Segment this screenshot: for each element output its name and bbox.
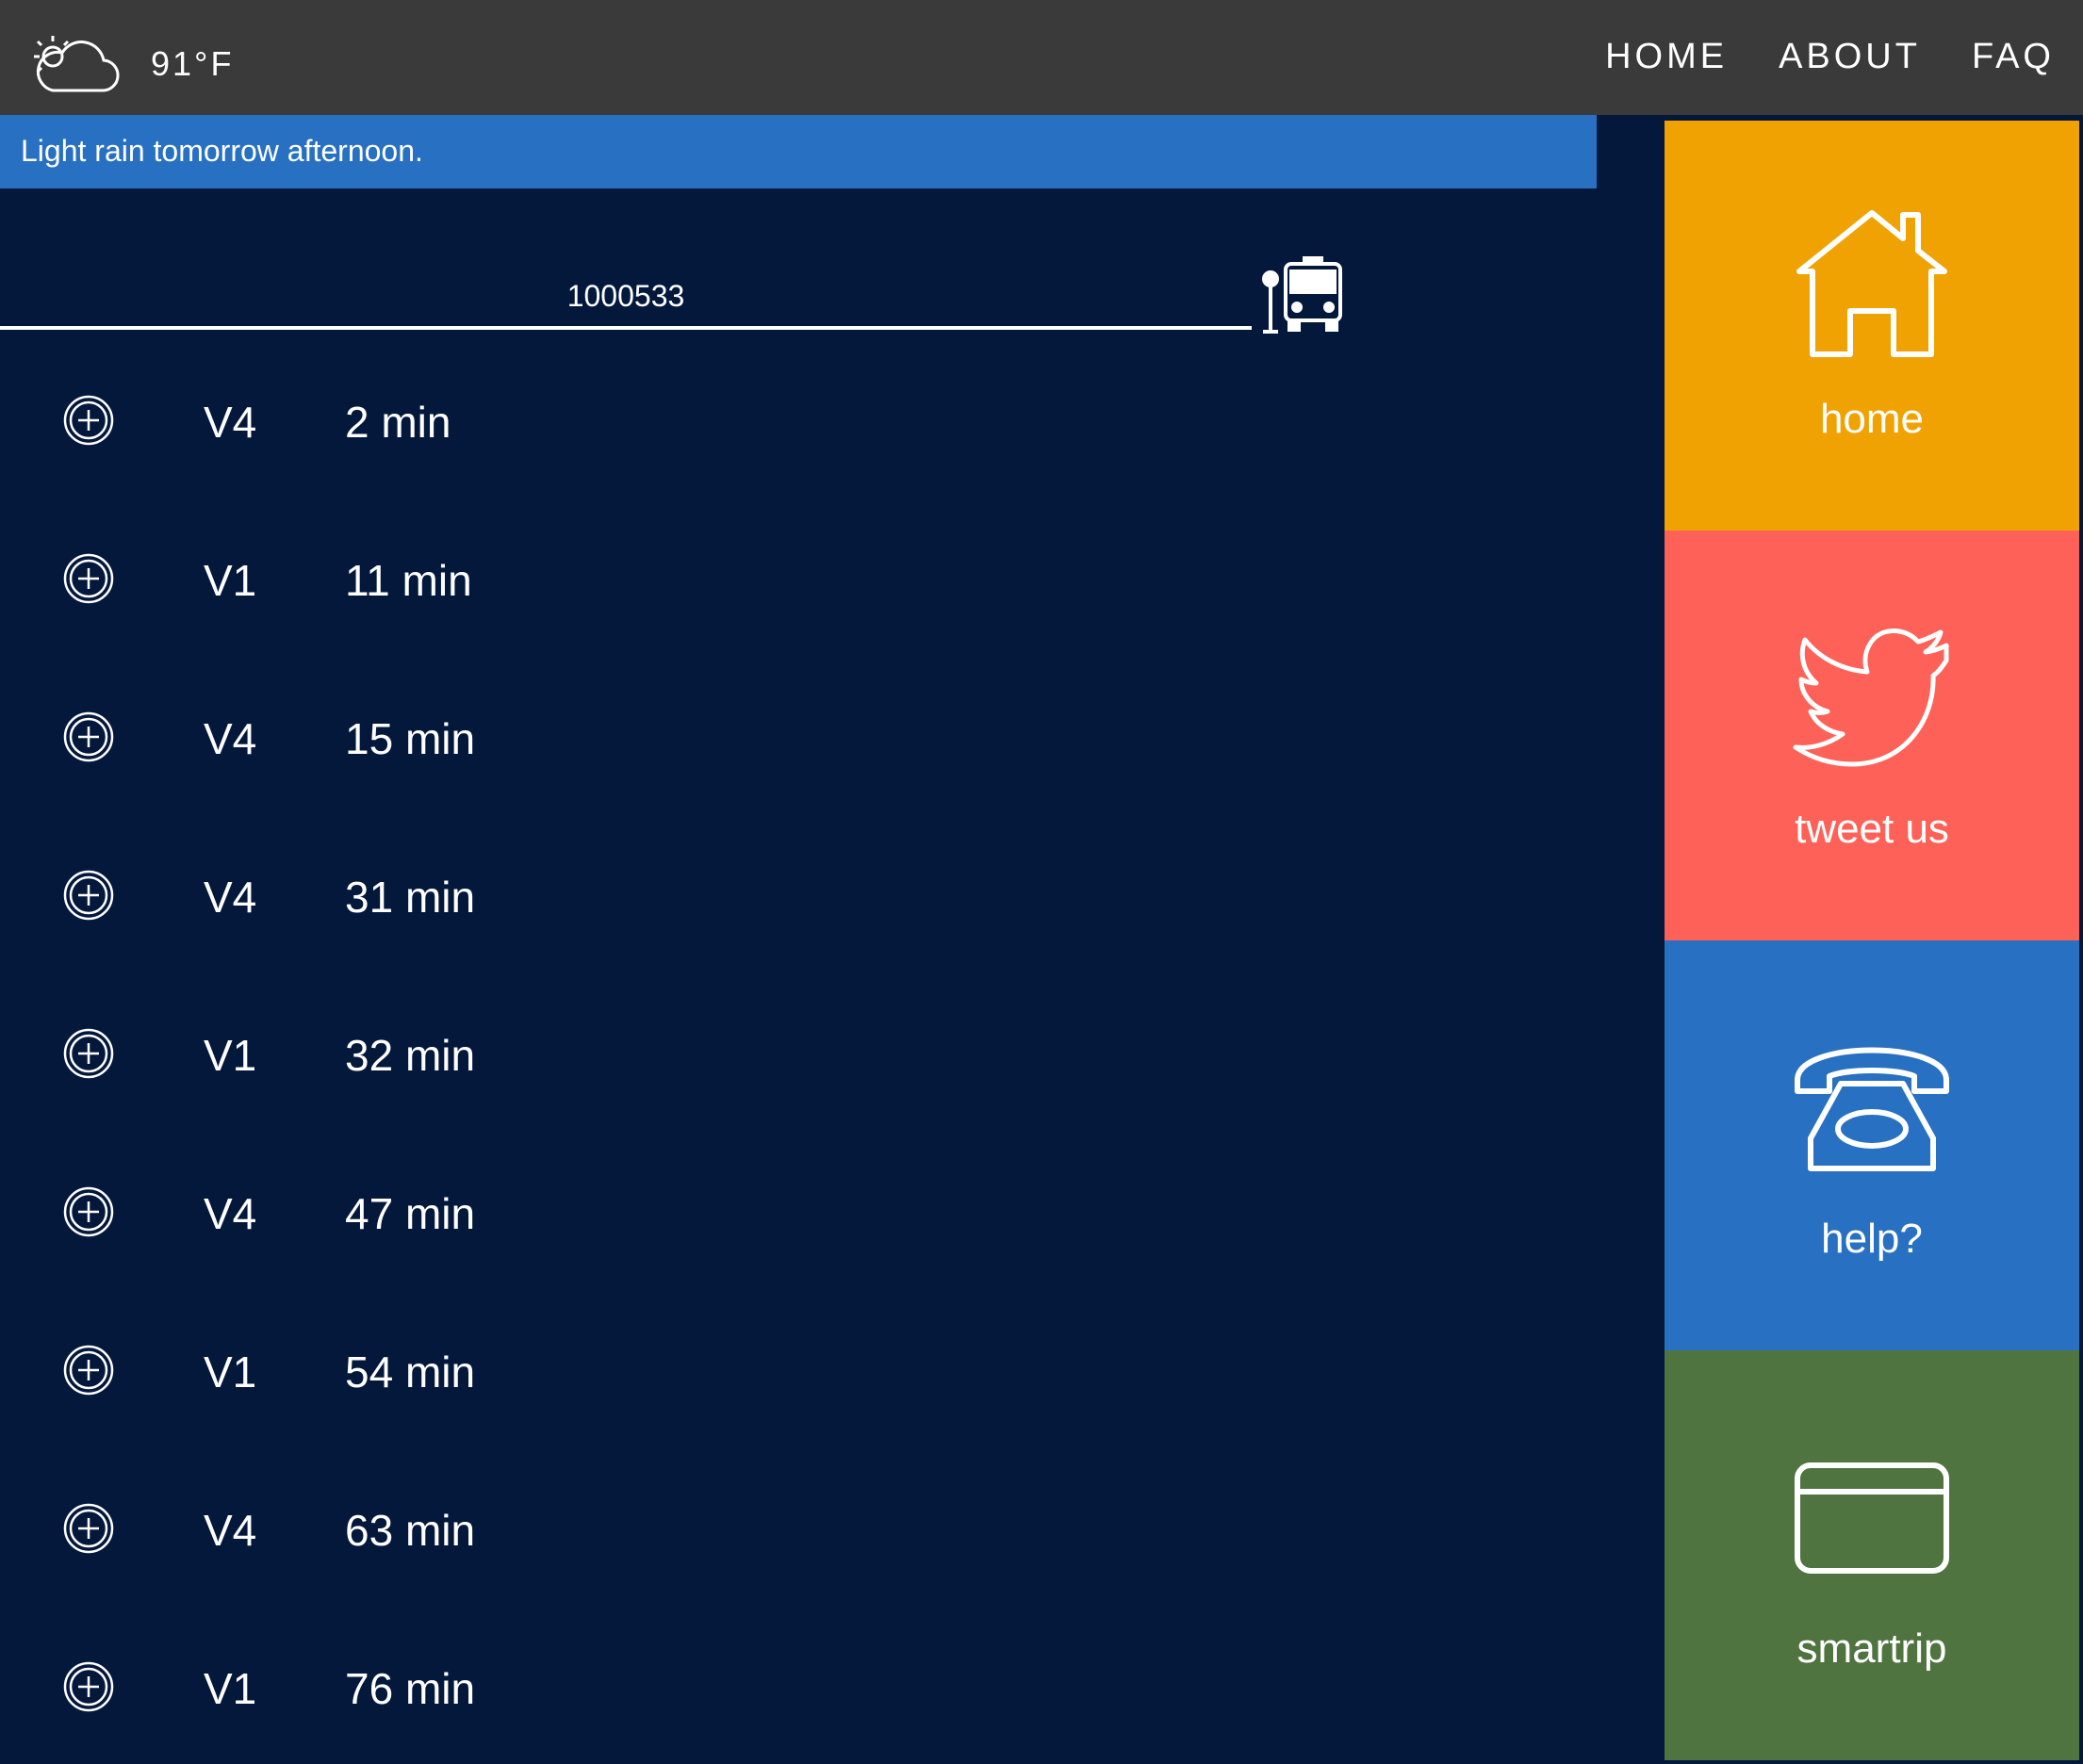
add-circle-icon[interactable] <box>62 1502 115 1555</box>
add-circle-icon[interactable] <box>62 869 115 922</box>
arrival-time: 11 min <box>345 556 472 605</box>
nav-home[interactable]: HOME <box>1605 34 1728 79</box>
arrival-time: 63 min <box>345 1506 476 1555</box>
add-circle-icon[interactable] <box>62 710 115 763</box>
partly-cloudy-sun-icon <box>34 36 120 92</box>
add-circle-icon[interactable] <box>62 1185 115 1238</box>
arrival-time: 15 min <box>345 714 476 763</box>
tile-smartrip[interactable]: smartrip <box>1665 1350 2079 1760</box>
top-bar: 91°F HOME ABOUT FAQ <box>0 0 2083 115</box>
add-circle-icon[interactable] <box>62 394 115 447</box>
route-name: V1 <box>204 1031 257 1080</box>
arrival-time: 31 min <box>345 873 476 922</box>
add-circle-icon[interactable] <box>62 1344 115 1396</box>
add-circle-icon[interactable] <box>62 552 115 605</box>
arrivals-list: V4 2 min V1 11 min V4 15 min V4 31 min V… <box>0 339 1597 1764</box>
route-name: V4 <box>204 1506 257 1555</box>
route-name: V4 <box>204 714 257 763</box>
arrival-row: V4 2 min <box>0 339 1597 498</box>
tile-home[interactable]: home <box>1665 121 2079 531</box>
tile-smartrip-label: smartrip <box>1796 1625 1947 1672</box>
house-icon <box>1796 210 1947 357</box>
twitter-bird-icon <box>1793 629 1949 767</box>
route-name: V4 <box>204 873 257 922</box>
telephone-icon <box>1795 1047 1949 1171</box>
arrival-time: 2 min <box>345 398 451 447</box>
main-nav: HOME ABOUT FAQ <box>1605 34 2055 79</box>
weather-alert-text: Light rain tomorrow afternoon. <box>21 134 423 168</box>
route-name: V4 <box>204 1189 257 1238</box>
tile-home-label: home <box>1819 396 1925 442</box>
add-circle-icon[interactable] <box>62 1027 115 1080</box>
bus-stop-icon[interactable] <box>1259 256 1344 335</box>
arrival-time: 54 min <box>345 1348 476 1396</box>
nav-about[interactable]: ABOUT <box>1779 34 1921 79</box>
route-name: V1 <box>204 556 257 605</box>
arrival-time: 47 min <box>345 1189 476 1238</box>
arrival-row: V1 76 min <box>0 1606 1597 1764</box>
arrival-row: V4 31 min <box>0 814 1597 972</box>
temperature: 91°F <box>151 44 235 83</box>
arrival-row: V1 32 min <box>0 972 1597 1131</box>
side-tiles: home tweet us help? smartrip <box>1665 121 2079 1760</box>
tile-help[interactable]: help? <box>1665 940 2079 1350</box>
tile-tweet-label: tweet us <box>1795 806 1949 852</box>
stop-id-input[interactable] <box>0 266 1252 330</box>
arrival-row: V4 63 min <box>0 1447 1597 1606</box>
card-icon <box>1795 1462 1949 1574</box>
arrival-row: V1 54 min <box>0 1289 1597 1447</box>
arrival-row: V4 47 min <box>0 1131 1597 1289</box>
arrival-row: V4 15 min <box>0 656 1597 814</box>
arrival-time: 32 min <box>345 1031 476 1080</box>
arrival-row: V1 11 min <box>0 498 1597 656</box>
nav-faq[interactable]: FAQ <box>1972 34 2055 79</box>
route-name: V4 <box>204 398 257 447</box>
weather-alert-banner: Light rain tomorrow afternoon. <box>0 115 1597 188</box>
tile-help-label: help? <box>1821 1216 1923 1262</box>
tile-tweet-us[interactable]: tweet us <box>1665 531 2079 940</box>
add-circle-icon[interactable] <box>62 1660 115 1713</box>
route-name: V1 <box>204 1348 257 1396</box>
